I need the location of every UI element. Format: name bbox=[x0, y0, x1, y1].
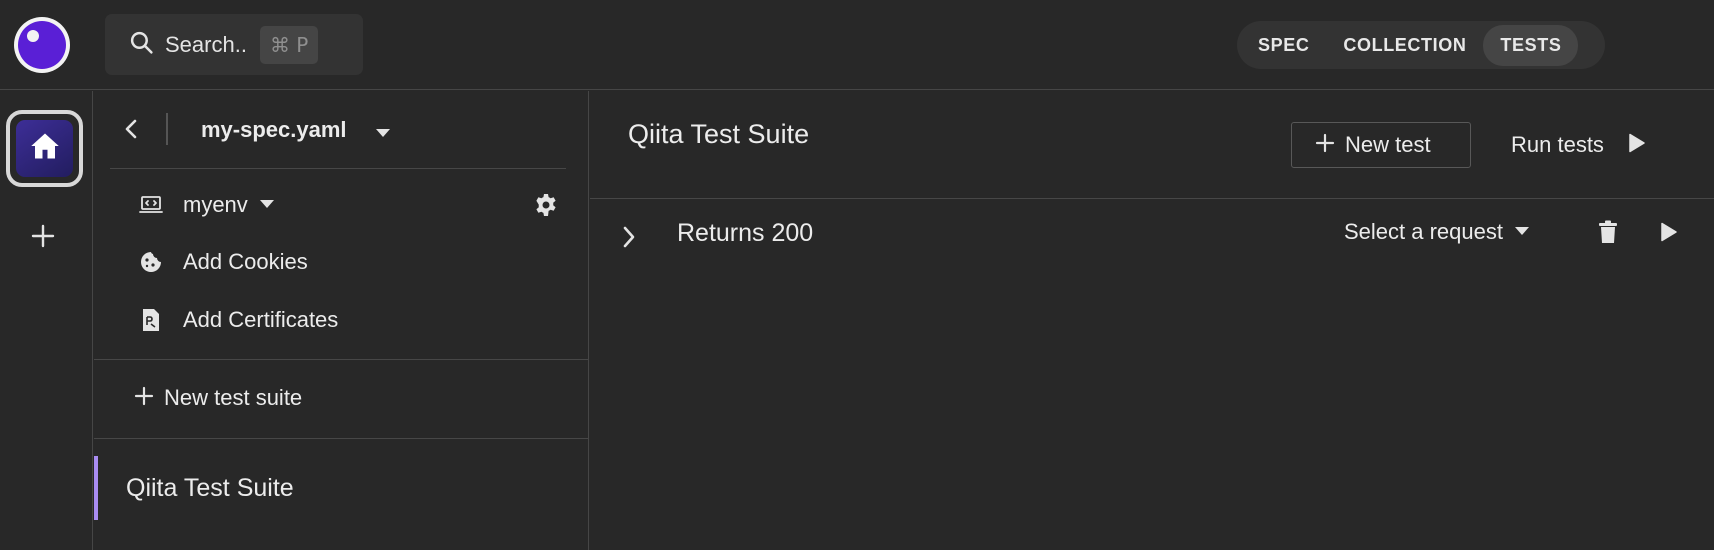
certificate-icon bbox=[138, 307, 164, 333]
plus-icon bbox=[134, 386, 154, 411]
request-select[interactable]: Select a request bbox=[1344, 219, 1529, 245]
search-box[interactable]: Search.. ⌘ P bbox=[105, 14, 363, 75]
top-bar: Search.. ⌘ P SPEC COLLECTION TESTS bbox=[0, 0, 1714, 90]
play-icon bbox=[1628, 133, 1645, 158]
add-workspace-icon[interactable] bbox=[30, 223, 56, 249]
new-test-button[interactable]: New test bbox=[1291, 122, 1471, 168]
test-suite-item[interactable]: Qiita Test Suite bbox=[94, 456, 588, 520]
tab-tests[interactable]: TESTS bbox=[1483, 24, 1579, 66]
search-shortcut-badge: ⌘ P bbox=[259, 25, 319, 64]
environment-name: myenv bbox=[183, 192, 248, 217]
cookie-icon bbox=[138, 249, 164, 275]
expand-chevron-icon[interactable] bbox=[622, 225, 636, 254]
new-test-suite-label: New test suite bbox=[164, 385, 303, 410]
new-test-label: New test bbox=[1345, 132, 1431, 157]
new-test-suite-button[interactable]: New test suite bbox=[134, 385, 302, 411]
search-label: Search.. bbox=[165, 31, 247, 57]
add-certificates-label: Add Certificates bbox=[183, 307, 339, 332]
run-test-icon[interactable] bbox=[1660, 222, 1677, 247]
tab-collection[interactable]: COLLECTION bbox=[1326, 25, 1483, 66]
run-tests-label: Run tests bbox=[1511, 132, 1604, 157]
add-certificates-item[interactable]: Add Certificates bbox=[138, 307, 338, 333]
home-button[interactable] bbox=[6, 110, 83, 187]
spec-dropdown-caret-icon[interactable] bbox=[376, 125, 390, 143]
trash-icon[interactable] bbox=[1598, 220, 1618, 249]
main-panel: Qiita Test Suite New test Run tests Retu… bbox=[590, 91, 1714, 550]
request-select-label: Select a request bbox=[1344, 219, 1503, 244]
test-row: Returns 200 Select a request bbox=[590, 199, 1714, 277]
plus-icon bbox=[1315, 133, 1335, 158]
divider bbox=[94, 359, 588, 360]
divider bbox=[94, 438, 588, 439]
search-icon bbox=[129, 30, 154, 60]
page-title: Qiita Test Suite bbox=[628, 119, 810, 149]
sidebar: my-spec.yaml myenv Add Cookies Add Certi… bbox=[94, 91, 589, 550]
environment-caret-icon bbox=[259, 196, 274, 214]
back-chevron-icon[interactable] bbox=[124, 118, 138, 145]
spec-file-name[interactable]: my-spec.yaml bbox=[201, 117, 347, 143]
chevron-down-icon bbox=[1514, 223, 1529, 241]
gear-icon[interactable] bbox=[534, 193, 558, 222]
add-cookies-label: Add Cookies bbox=[183, 249, 308, 274]
tab-spec[interactable]: SPEC bbox=[1241, 25, 1326, 66]
workspace-rail bbox=[0, 91, 93, 550]
environment-selector[interactable]: myenv bbox=[138, 192, 274, 218]
run-tests-button[interactable]: Run tests bbox=[1511, 122, 1645, 168]
test-name: Returns 200 bbox=[677, 219, 814, 247]
divider bbox=[166, 113, 168, 145]
selection-indicator bbox=[94, 456, 98, 520]
test-suite-label: Qiita Test Suite bbox=[126, 474, 294, 502]
environment-icon bbox=[138, 192, 164, 218]
home-icon bbox=[30, 132, 60, 165]
divider bbox=[110, 168, 566, 169]
mode-tabs: SPEC COLLECTION TESTS bbox=[1237, 21, 1605, 69]
add-cookies-item[interactable]: Add Cookies bbox=[138, 249, 308, 275]
app-logo[interactable] bbox=[14, 17, 70, 73]
